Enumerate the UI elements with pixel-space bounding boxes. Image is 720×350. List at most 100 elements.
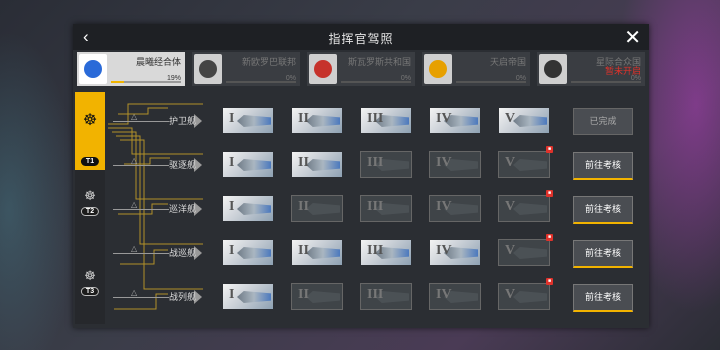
- faction-tab-4[interactable]: 星际合众国 暂未开启 0%: [537, 52, 645, 86]
- close-icon[interactable]: ✕: [624, 25, 641, 50]
- stage-numeral: III: [367, 155, 384, 170]
- go-exam-button[interactable]: 前往考核: [573, 284, 633, 312]
- ship-image: [306, 115, 340, 127]
- ship-row: △ 战列舰 I II III IV V ■ 前往考核: [73, 278, 649, 312]
- stage-card[interactable]: III: [361, 108, 411, 133]
- stage-numeral: I: [229, 287, 235, 302]
- stage-card[interactable]: II: [292, 152, 342, 177]
- stage-numeral: III: [367, 199, 384, 214]
- faction-tab-2[interactable]: 斯瓦罗斯共和国 0%: [307, 52, 415, 86]
- ship-image: [237, 159, 271, 171]
- faction-tab-0[interactable]: 晨曦经合体 19%: [77, 52, 185, 86]
- license-panel: ‹ 指挥官驾照 ✕ 晨曦经合体 19% 新欧罗巴联邦 0% 斯瓦罗斯共和国 0% 天启帝国 0…: [73, 24, 649, 328]
- stage-card[interactable]: V ■: [498, 234, 553, 266]
- stage-card[interactable]: V ■: [498, 146, 553, 178]
- completed-button[interactable]: 已完成: [573, 108, 633, 135]
- stage-card[interactable]: IV: [429, 195, 481, 222]
- stage-card[interactable]: IV: [430, 108, 480, 133]
- go-exam-button[interactable]: 前往考核: [573, 196, 633, 224]
- stage-card[interactable]: II: [291, 283, 343, 310]
- stage-numeral: V: [505, 199, 516, 214]
- stage-card[interactable]: I: [223, 196, 273, 221]
- sphere-icon: [79, 54, 107, 84]
- go-exam-button[interactable]: 前往考核: [573, 152, 633, 180]
- stage-card[interactable]: III: [360, 151, 412, 178]
- ship-image: [306, 291, 340, 303]
- stage-card[interactable]: V ■: [498, 190, 553, 222]
- ship-image: [237, 247, 271, 259]
- chevron-up-icon: △: [131, 244, 138, 253]
- lock-icon: ■: [546, 278, 553, 285]
- ship-image: [513, 247, 547, 259]
- stage-numeral: V: [505, 287, 516, 302]
- stage-card[interactable]: I: [223, 152, 273, 177]
- stage-card[interactable]: II: [292, 240, 342, 265]
- panel-header: ‹ 指挥官驾照 ✕: [73, 24, 649, 50]
- stage-numeral: I: [229, 155, 235, 170]
- faction-name: 天启帝国: [489, 57, 526, 67]
- cross-icon: [194, 54, 222, 84]
- ship-image: [513, 159, 547, 171]
- faction-tabs: 晨曦经合体 19% 新欧罗巴联邦 0% 斯瓦罗斯共和国 0% 天启帝国 0% 星际合众国 暂未开启…: [77, 52, 645, 86]
- ship-image: [306, 203, 340, 215]
- stage-card[interactable]: II: [292, 108, 342, 133]
- stage-numeral: III: [367, 287, 384, 302]
- faction-name: 晨曦经合体: [135, 57, 181, 67]
- row-connector: [113, 165, 169, 166]
- stage-card[interactable]: II: [291, 195, 343, 222]
- ship-image: [237, 291, 271, 303]
- faction-progress-bar: [456, 81, 526, 83]
- stage-card[interactable]: IV: [429, 151, 481, 178]
- ship-class-label: 驱逐舰: [169, 160, 197, 170]
- stage-card[interactable]: I: [223, 108, 273, 133]
- stage-numeral: I: [229, 111, 235, 126]
- star-icon: [309, 54, 337, 84]
- stage-numeral: III: [367, 111, 384, 126]
- ship-class-label: 巡洋舰: [169, 204, 197, 214]
- faction-progress-bar: [341, 81, 411, 83]
- go-exam-button[interactable]: 前往考核: [573, 240, 633, 268]
- stage-card[interactable]: I: [223, 284, 273, 309]
- stage-card[interactable]: III: [360, 195, 412, 222]
- stage-card[interactable]: V ■: [498, 278, 553, 310]
- faction-progress-bar: [226, 81, 296, 83]
- faction-name: 斯瓦罗斯共和国: [347, 57, 411, 67]
- row-connector: [113, 209, 169, 210]
- ship-class-label: 战列舰: [169, 292, 197, 302]
- chevron-up-icon: △: [131, 112, 138, 121]
- stage-numeral: II: [298, 111, 309, 126]
- stage-numeral: II: [298, 287, 309, 302]
- page-title: 指挥官驾照: [328, 32, 394, 46]
- chevron-up-icon: △: [131, 288, 138, 297]
- ship-row: △ 巡洋舰 I II III IV V ■ 前往考核: [73, 190, 649, 224]
- ship-image: [306, 159, 340, 171]
- faction-tab-1[interactable]: 新欧罗巴联邦 0%: [192, 52, 300, 86]
- ship-row: △ 战巡舰 I II III IV V ■ 前往考核: [73, 234, 649, 268]
- ship-class-label: 护卫舰: [169, 116, 197, 126]
- stage-card[interactable]: III: [361, 240, 411, 265]
- stage-numeral: V: [505, 243, 516, 258]
- lock-icon: ■: [546, 190, 553, 197]
- faction-progress-bar: [111, 81, 181, 83]
- stage-card[interactable]: IV: [430, 240, 480, 265]
- stage-card[interactable]: I: [223, 240, 273, 265]
- cube-icon: [539, 54, 567, 84]
- row-connector: [113, 121, 169, 122]
- faction-name: 新欧罗巴联邦: [241, 57, 296, 67]
- ship-image: [237, 203, 271, 215]
- ship-image: [513, 203, 547, 215]
- knot-icon: [424, 54, 452, 84]
- faction-tab-3[interactable]: 天启帝国 0%: [422, 52, 530, 86]
- chevron-up-icon: △: [131, 156, 138, 165]
- lock-icon: ■: [546, 146, 553, 153]
- stage-card[interactable]: V: [499, 108, 549, 133]
- stage-numeral: I: [229, 243, 235, 258]
- stage-numeral: II: [298, 243, 309, 258]
- stage-numeral: V: [505, 155, 516, 170]
- chevron-up-icon: △: [131, 200, 138, 209]
- stage-card[interactable]: III: [360, 283, 412, 310]
- stage-numeral: II: [298, 155, 309, 170]
- ship-row: △ 驱逐舰 I II III IV V ■ 前往考核: [73, 146, 649, 180]
- stage-card[interactable]: IV: [429, 283, 481, 310]
- stage-numeral: I: [229, 199, 235, 214]
